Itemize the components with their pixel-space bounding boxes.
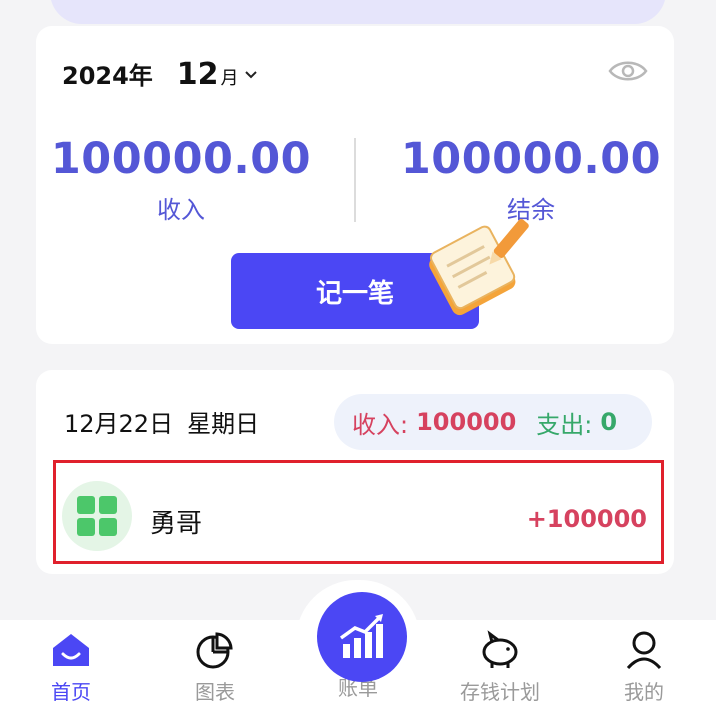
day-weekday: 星期日 bbox=[187, 410, 260, 438]
notebook-pencil-icon bbox=[429, 218, 529, 316]
day-expense-label: 支出: bbox=[536, 410, 593, 439]
month-number[interactable]: 12 bbox=[177, 57, 219, 92]
month-suffix: 月 bbox=[220, 68, 239, 89]
day-expense-value: 0 bbox=[600, 408, 618, 436]
day-date: 12月22日 bbox=[64, 410, 174, 438]
piggy-bank-icon bbox=[482, 630, 518, 668]
home-icon bbox=[53, 634, 89, 666]
pie-chart-icon bbox=[196, 632, 233, 669]
top-banner bbox=[50, 0, 666, 24]
day-summary-pill: 收入: 100000 支出: 0 bbox=[334, 394, 652, 450]
income-label: 收入 bbox=[157, 196, 205, 224]
chevron-down-icon[interactable] bbox=[243, 66, 259, 82]
day-heading: 12月22日 星期日 bbox=[64, 404, 259, 439]
stat-divider bbox=[354, 138, 356, 222]
transaction-row[interactable]: 勇哥 +100000 bbox=[53, 460, 664, 564]
tab-savings[interactable]: 存钱计划 bbox=[445, 630, 555, 704]
tab-charts-label: 图表 bbox=[195, 680, 235, 704]
transaction-amount: +100000 bbox=[526, 505, 647, 533]
day-income-label: 收入: bbox=[352, 410, 409, 439]
bar-trend-icon bbox=[339, 614, 383, 658]
tab-savings-label: 存钱计划 bbox=[460, 680, 540, 704]
grid-category-icon bbox=[77, 496, 117, 536]
period-selector[interactable]: 2024年 12 月 bbox=[62, 56, 259, 92]
tab-home-label: 首页 bbox=[51, 680, 91, 704]
transaction-name: 勇哥 bbox=[150, 509, 203, 539]
user-icon bbox=[626, 631, 662, 670]
year-label[interactable]: 2024年 bbox=[62, 56, 153, 91]
income-value: 100000.00 bbox=[50, 134, 312, 184]
summary-card: 2024年 12 月 100000.00 收入 100000.00 结余 记一笔 bbox=[36, 26, 674, 344]
tab-mine[interactable]: 我的 bbox=[589, 630, 699, 704]
category-avatar bbox=[62, 481, 132, 551]
tab-mine-label: 我的 bbox=[624, 680, 664, 704]
day-income-value: 100000 bbox=[416, 408, 517, 436]
tab-bills[interactable] bbox=[317, 592, 407, 682]
eye-icon[interactable] bbox=[608, 58, 648, 84]
income-stat: 100000.00 收入 bbox=[36, 134, 326, 225]
tab-home[interactable]: 首页 bbox=[16, 630, 126, 704]
balance-value: 100000.00 bbox=[400, 134, 662, 184]
tab-charts[interactable]: 图表 bbox=[160, 630, 270, 704]
